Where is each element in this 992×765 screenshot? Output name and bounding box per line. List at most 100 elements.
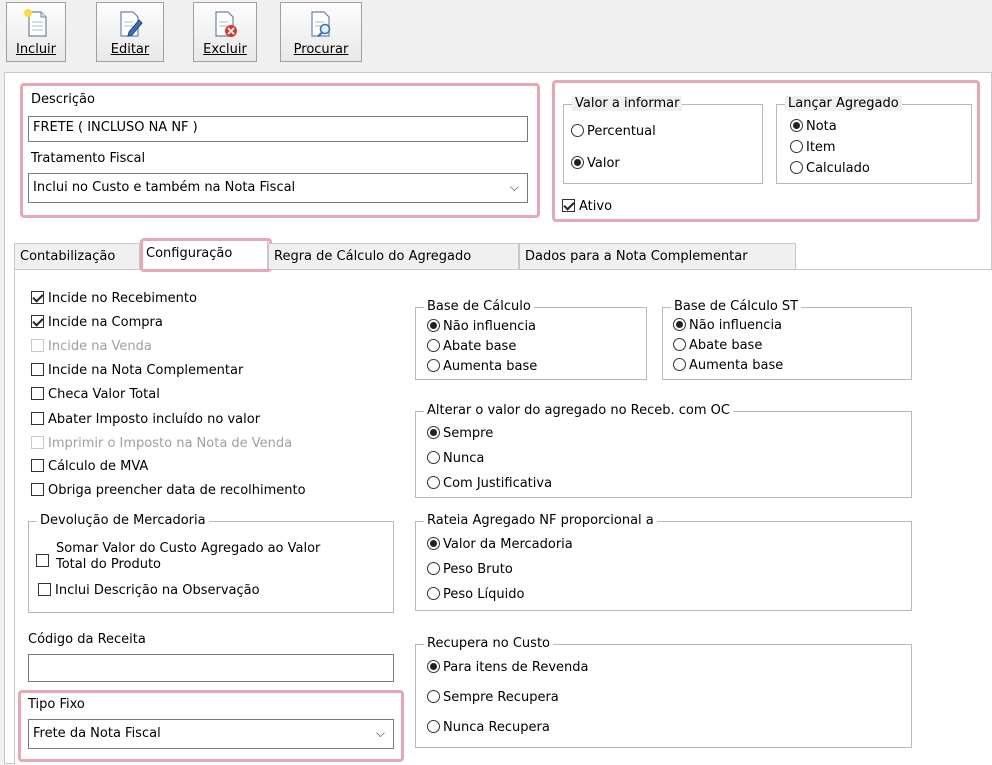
tab-contabilizacao[interactable]: Contabilização — [14, 243, 140, 269]
radio-alt-nunca[interactable]: Nunca — [427, 451, 484, 466]
base-calculo-title: Base de Cálculo — [424, 299, 534, 314]
radio-bcst-nao-influencia[interactable]: Não influencia — [673, 318, 782, 333]
radio-bcst-nao-influencia-circle[interactable] — [673, 318, 686, 331]
radio-rec-sempre-circle[interactable] — [427, 690, 440, 703]
radio-alt-sempre-circle[interactable] — [427, 426, 440, 439]
codigo-receita-label: Código da Receita — [28, 632, 146, 647]
radio-rat-peso-liquido-circle[interactable] — [427, 587, 440, 600]
radio-item[interactable]: Item — [790, 140, 836, 155]
chk-incide-nota-complementar-label: Incide na Nota Complementar — [48, 363, 244, 378]
chk-incide-compra-label: Incide na Compra — [48, 315, 163, 330]
radio-rec-nunca[interactable]: Nunca Recupera — [427, 720, 550, 735]
radio-bc-nao-influencia[interactable]: Não influencia — [427, 319, 536, 334]
radio-bc-aumenta-base-label: Aumenta base — [443, 359, 538, 374]
chk-inclui-descricao-box[interactable] — [38, 583, 51, 596]
radio-rat-valor-mercadoria-circle[interactable] — [427, 537, 440, 550]
chk-incide-recebimento[interactable]: Incide no Recebimento — [31, 291, 197, 306]
chk-somar-valor[interactable] — [36, 546, 53, 567]
chk-somar-valor-label-1: Somar Valor do Custo Agregado ao Valor — [56, 541, 321, 556]
chk-checa-valor-total[interactable]: Checa Valor Total — [31, 387, 160, 402]
ativo-checkbox-box[interactable] — [562, 199, 575, 212]
radio-rec-nunca-circle[interactable] — [427, 720, 440, 733]
radio-bc-abate-base-circle[interactable] — [427, 339, 440, 352]
radio-nota[interactable]: Nota — [790, 119, 837, 134]
chk-imprimir-imposto-label: Imprimir o Imposto na Nota de Venda — [48, 436, 293, 451]
chk-calculo-mva-box[interactable] — [31, 459, 44, 472]
radio-percentual-circle[interactable] — [571, 124, 584, 137]
radio-rat-peso-liquido-label: Peso Líquido — [443, 587, 525, 602]
highlight-configuracao-tab — [140, 238, 272, 272]
codigo-receita-input[interactable] — [28, 654, 394, 682]
search-document-icon — [311, 11, 331, 38]
tab-nota-complementar[interactable]: Dados para a Nota Complementar — [519, 243, 796, 269]
chk-imprimir-imposto[interactable]: Imprimir o Imposto na Nota de Venda — [31, 436, 292, 451]
radio-rat-valor-mercadoria-label: Valor da Mercadoria — [443, 537, 573, 552]
radio-bcst-aumenta-base[interactable]: Aumenta base — [673, 358, 783, 373]
radio-rat-valor-mercadoria[interactable]: Valor da Mercadoria — [427, 537, 573, 552]
chk-somar-valor-box[interactable] — [36, 554, 49, 567]
chk-incide-compra-box[interactable] — [31, 315, 44, 328]
radio-rat-peso-liquido[interactable]: Peso Líquido — [427, 587, 524, 602]
incluir-label: Incluir — [15, 42, 57, 57]
incluir-button[interactable]: Incluir — [6, 2, 66, 62]
radio-percentual[interactable]: Percentual — [571, 124, 656, 139]
chevron-down-icon: ⌵ — [509, 180, 519, 194]
radio-rat-peso-bruto[interactable]: Peso Bruto — [427, 562, 513, 577]
chk-obriga-data-box[interactable] — [31, 483, 44, 496]
radio-nota-circle[interactable] — [790, 119, 803, 132]
radio-rec-sempre[interactable]: Sempre Recupera — [427, 690, 559, 705]
radio-valor-circle[interactable] — [571, 156, 584, 169]
edit-document-icon — [120, 11, 143, 37]
radio-bcst-aumenta-base-label: Aumenta base — [689, 358, 784, 373]
chk-calculo-mva[interactable]: Cálculo de MVA — [31, 459, 148, 474]
radio-calculado[interactable]: Calculado — [790, 161, 870, 176]
radio-alt-sempre[interactable]: Sempre — [427, 426, 493, 441]
chk-incide-venda[interactable]: Incide na Venda — [31, 339, 152, 354]
chk-abater-imposto-box[interactable] — [31, 412, 44, 425]
radio-alt-nunca-label: Nunca — [443, 451, 485, 466]
radio-bcst-aumenta-base-circle[interactable] — [673, 358, 686, 371]
chk-abater-imposto[interactable]: Abater Imposto incluído no valor — [31, 412, 260, 427]
radio-bcst-abate-base-circle[interactable] — [673, 338, 686, 351]
excluir-button[interactable]: Excluir — [193, 2, 257, 62]
descricao-input[interactable]: FRETE ( INCLUSO NA NF ) — [28, 116, 528, 142]
chk-incide-nota-complementar[interactable]: Incide na Nota Complementar — [31, 363, 243, 378]
chk-obriga-data[interactable]: Obriga preencher data de recolhimento — [31, 483, 306, 498]
radio-alt-justificativa[interactable]: Com Justificativa — [427, 476, 552, 491]
tab-regra-calculo[interactable]: Regra de Cálculo do Agregado — [268, 243, 519, 269]
radio-bc-aumenta-base-circle[interactable] — [427, 359, 440, 372]
chk-incide-compra[interactable]: Incide na Compra — [31, 315, 163, 330]
radio-rec-revenda[interactable]: Para itens de Revenda — [427, 660, 589, 675]
radio-bc-aumenta-base[interactable]: Aumenta base — [427, 359, 537, 374]
chk-inclui-descricao[interactable]: Inclui Descrição na Observação — [38, 583, 260, 598]
radio-rec-revenda-label: Para itens de Revenda — [443, 660, 589, 675]
chk-incide-venda-box[interactable] — [31, 339, 44, 352]
toolbar: Incluir Editar Excluir Procurar — [0, 0, 992, 70]
tipo-fixo-select[interactable]: Frete da Nota Fiscal ⌵ — [28, 719, 394, 749]
radio-item-circle[interactable] — [790, 140, 803, 153]
chk-incide-recebimento-box[interactable] — [31, 291, 44, 304]
radio-bcst-abate-base[interactable]: Abate base — [673, 338, 762, 353]
chk-imprimir-imposto-box[interactable] — [31, 436, 44, 449]
radio-nota-label: Nota — [806, 119, 837, 134]
procurar-button[interactable]: Procurar — [280, 2, 362, 62]
radio-rat-peso-bruto-circle[interactable] — [427, 562, 440, 575]
radio-alt-nunca-circle[interactable] — [427, 451, 440, 464]
chk-incide-nota-complementar-box[interactable] — [31, 363, 44, 376]
excluir-label: Excluir — [203, 42, 247, 57]
radio-calculado-circle[interactable] — [790, 161, 803, 174]
tratamento-fiscal-select[interactable]: Inclui no Custo e também na Nota Fiscal … — [28, 173, 528, 203]
radio-bc-abate-base[interactable]: Abate base — [427, 339, 516, 354]
ativo-checkbox[interactable]: Ativo — [562, 199, 612, 214]
tipo-fixo-label: Tipo Fixo — [28, 697, 85, 712]
radio-valor[interactable]: Valor — [571, 156, 620, 171]
tratamento-fiscal-value: Inclui no Custo e também na Nota Fiscal — [33, 180, 296, 195]
radio-rec-revenda-circle[interactable] — [427, 660, 440, 673]
editar-button[interactable]: Editar — [96, 2, 164, 62]
chk-checa-valor-total-box[interactable] — [31, 387, 44, 400]
new-document-icon — [24, 9, 47, 37]
editar-label: Editar — [110, 42, 150, 57]
radio-alt-justificativa-circle[interactable] — [427, 476, 440, 489]
radio-bc-nao-influencia-circle[interactable] — [427, 319, 440, 332]
chk-obriga-data-label: Obriga preencher data de recolhimento — [48, 483, 306, 498]
